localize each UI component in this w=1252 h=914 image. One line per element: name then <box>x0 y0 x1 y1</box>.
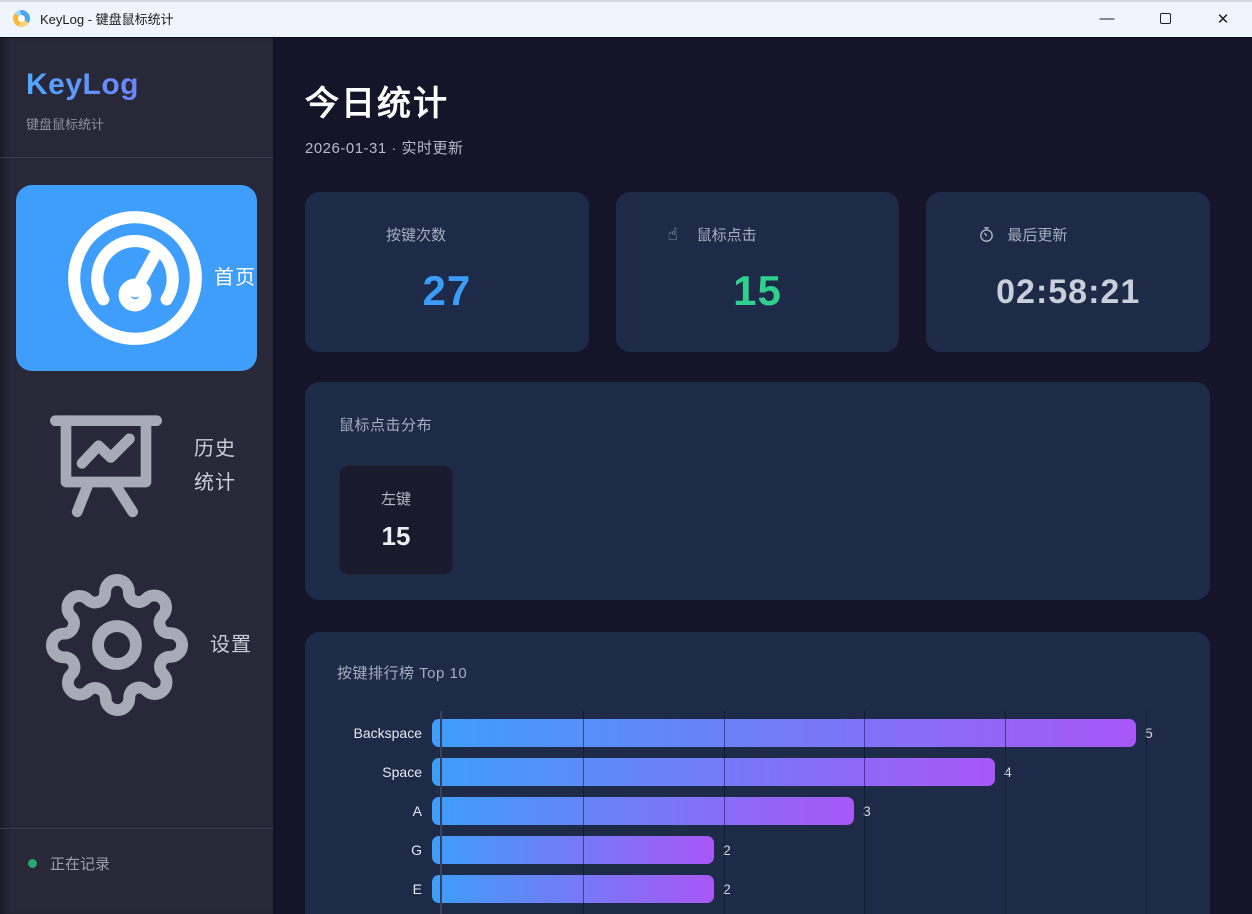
bar-fill <box>432 797 854 825</box>
stat-card-value: 02:58:21 <box>954 273 1182 312</box>
chart-axis-line <box>440 711 442 914</box>
minimize-icon: — <box>1100 10 1115 27</box>
minimize-button[interactable]: — <box>1078 0 1136 37</box>
stat-card-label: 鼠标点击 <box>697 224 757 245</box>
maximize-icon <box>1160 13 1171 24</box>
sidebar-item-home[interactable]: 首页 <box>16 185 257 371</box>
bar-fill <box>432 758 995 786</box>
main-content: 今日统计 2026-01-31 · 实时更新 按键次数 27 ☝ 鼠标点击 15 <box>275 38 1252 914</box>
stat-card-label: 按键次数 <box>386 224 446 245</box>
left-button-label: 左键 <box>381 488 411 509</box>
stat-card-label: 最后更新 <box>1007 224 1067 245</box>
chart-grid-line <box>1146 711 1147 914</box>
bar-row: Space4 <box>337 758 1178 786</box>
bar-fill <box>432 875 714 903</box>
recording-dot-icon <box>28 859 37 868</box>
key-ranking-card: 按键排行榜 Top 10 Backspace5Space4A3G2E2I2 <box>305 632 1210 914</box>
stat-card-keypresses: 按键次数 27 <box>305 192 589 352</box>
recording-status: 正在记录 <box>0 828 273 914</box>
brand-header: KeyLog 键盘鼠标统计 <box>0 38 273 158</box>
maximize-button[interactable] <box>1136 0 1194 37</box>
window-controls: — ✕ <box>1078 0 1252 37</box>
stat-card-value: 27 <box>333 267 561 315</box>
bar-track: 2 <box>432 836 1178 864</box>
brand-subtitle: 键盘鼠标统计 <box>26 114 247 133</box>
bar-fill <box>432 719 1136 747</box>
bar-row: E2 <box>337 875 1178 903</box>
left-button-value: 15 <box>382 521 411 552</box>
gauge-icon <box>60 205 210 351</box>
close-button[interactable]: ✕ <box>1194 0 1252 37</box>
gear-icon <box>46 574 188 716</box>
sidebar-item-label: 设置 <box>210 628 257 662</box>
brand-name: KeyLog <box>26 68 247 102</box>
title-bar: KeyLog - 键盘鼠标统计 — ✕ <box>0 0 1252 38</box>
sidebar-item-history[interactable]: 历史统计 <box>16 387 257 545</box>
bar-label: A <box>337 803 432 819</box>
sidebar-item-settings[interactable]: 设置 <box>16 561 257 729</box>
bar-track: 4 <box>432 758 1178 786</box>
bar-label: Backspace <box>337 725 432 741</box>
presentation-chart-icon <box>40 402 172 530</box>
bar-chart-rows: Backspace5Space4A3G2E2I2 <box>337 719 1178 914</box>
bar-row: G2 <box>337 836 1178 864</box>
chart-grid-line <box>1005 711 1006 914</box>
sidebar-item-label: 历史统计 <box>194 432 242 500</box>
chart-grid-line <box>724 711 725 914</box>
stat-card-lastupdate: 最后更新 02:58:21 <box>926 192 1210 352</box>
stat-card-header: 按键次数 <box>333 224 561 245</box>
stat-cards-row: 按键次数 27 ☝ 鼠标点击 15 <box>305 192 1210 352</box>
stat-card-mouseclicks: ☝ 鼠标点击 15 <box>616 192 900 352</box>
bar-track: 2 <box>432 875 1178 903</box>
page-subtitle: 2026-01-31 · 实时更新 <box>305 137 1252 158</box>
close-icon: ✕ <box>1217 10 1230 28</box>
sidebar-nav: 首页 历史统计 设置 <box>0 158 273 828</box>
window-title: KeyLog - 键盘鼠标统计 <box>40 9 174 28</box>
stat-card-header: ☝ 鼠标点击 <box>644 224 872 245</box>
key-ranking-title: 按键排行榜 Top 10 <box>337 662 1178 683</box>
app-window: KeyLog 键盘鼠标统计 首页 <box>0 38 1252 914</box>
pointing-hand-icon: ☝ <box>668 226 688 243</box>
bar-label: G <box>337 842 432 858</box>
sidebar-item-label: 首页 <box>214 261 257 295</box>
bar-row: A3 <box>337 797 1178 825</box>
chart-grid-line <box>864 711 865 914</box>
page-title: 今日统计 <box>305 76 1252 125</box>
bar-track: 3 <box>432 797 1178 825</box>
stopwatch-icon <box>978 226 998 243</box>
stat-card-value: 15 <box>644 267 872 315</box>
bar-row: Backspace5 <box>337 719 1178 747</box>
click-distribution-card: 鼠标点击分布 左键 15 <box>305 382 1210 600</box>
bar-label: E <box>337 881 432 897</box>
recording-status-label: 正在记录 <box>50 853 110 874</box>
bar-track: 5 <box>432 719 1178 747</box>
left-button-tile: 左键 15 <box>339 465 453 575</box>
click-distribution-title: 鼠标点击分布 <box>339 414 1176 435</box>
app-logo-icon <box>13 10 30 27</box>
bar-fill <box>432 836 714 864</box>
sidebar: KeyLog 键盘鼠标统计 首页 <box>0 38 275 914</box>
stat-card-header: 最后更新 <box>954 224 1182 245</box>
bar-label: Space <box>337 764 432 780</box>
chart-grid-line <box>583 711 584 914</box>
